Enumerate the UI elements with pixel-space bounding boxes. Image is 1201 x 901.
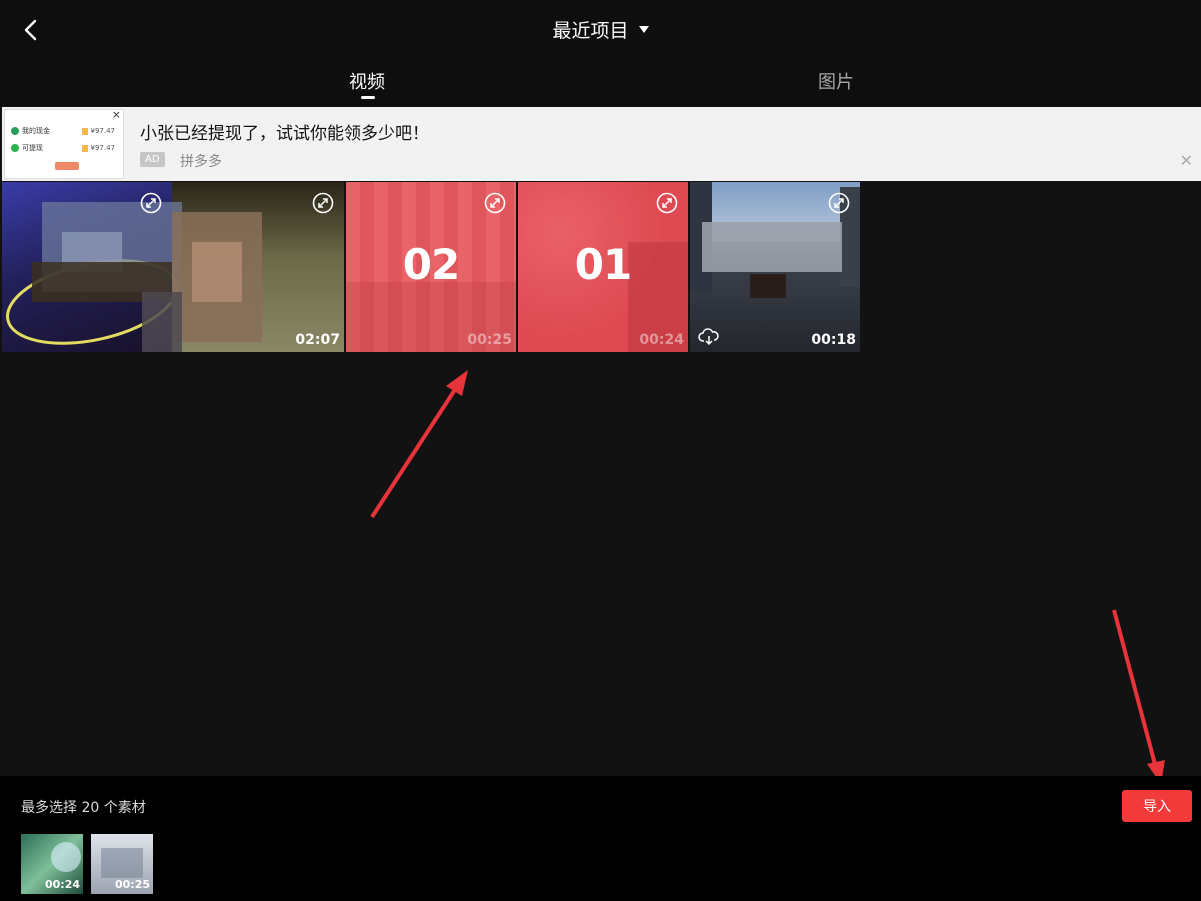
- album-selector[interactable]: 最近项目: [0, 16, 1201, 43]
- ad-close-icon[interactable]: ✕: [1180, 151, 1193, 170]
- selection-limit-text: 最多选择 20 个素材: [21, 800, 146, 816]
- tab-photo[interactable]: 图片: [818, 68, 854, 94]
- selected-item[interactable]: 00:25: [91, 834, 153, 894]
- ad-title: 小张已经提现了，试试你能领多少吧！: [140, 124, 429, 144]
- media-tile[interactable]: 02 00:25: [346, 182, 516, 352]
- tab-video[interactable]: 视频: [349, 68, 385, 94]
- selected-duration: 00:24: [44, 878, 80, 891]
- media-grid: 02:07 02 00:25 01 00:24 00:18: [2, 182, 860, 352]
- page-title: 最近项目: [552, 20, 629, 42]
- check-icon: [11, 144, 19, 152]
- tab-active-indicator: [361, 96, 375, 99]
- selected-duration: 00:25: [114, 878, 150, 891]
- annotation-arrow: [370, 383, 460, 519]
- video-duration: 00:24: [639, 332, 684, 348]
- ad-badge: AD: [140, 152, 165, 167]
- top-bar: 最近项目: [0, 0, 1201, 60]
- pixelated-region: [702, 222, 842, 272]
- title-card-number: 01: [574, 240, 632, 289]
- caret-down-icon: [638, 26, 649, 33]
- annotation-arrowhead: [446, 370, 468, 396]
- car-graphic: [750, 274, 786, 298]
- media-tile[interactable]: 00:18: [690, 182, 860, 352]
- tag-icon: [81, 144, 88, 152]
- shield-icon: [11, 127, 19, 135]
- import-button[interactable]: 导入: [1122, 790, 1192, 822]
- video-duration: 00:18: [811, 332, 856, 348]
- ad-thumb-row: 可提现 ¥97.47: [11, 143, 115, 153]
- ad-thumb-button: [55, 162, 79, 170]
- expand-icon[interactable]: [828, 192, 850, 214]
- expand-icon[interactable]: [140, 192, 162, 214]
- ad-thumbnail: × 我的现金 ¥97.47 可提现 ¥97.47: [4, 108, 124, 179]
- selection-bar: 最多选择 20 个素材 导入 00:24 00:25: [0, 776, 1201, 901]
- ad-thumb-row: 我的现金 ¥97.47: [11, 126, 115, 136]
- expand-icon[interactable]: [312, 192, 334, 214]
- media-tile[interactable]: 01 00:24: [518, 182, 688, 352]
- video-duration: 00:25: [467, 332, 512, 348]
- media-tabs: 视频 图片: [0, 60, 1201, 106]
- ad-banner[interactable]: × 我的现金 ¥97.47 可提现 ¥97.47 小张已经提现了，试试你能领多少…: [2, 107, 1201, 181]
- video-duration: 02:07: [295, 332, 340, 348]
- ad-source: 拼多多: [180, 154, 222, 170]
- selected-item[interactable]: 00:24: [21, 834, 83, 894]
- expand-icon[interactable]: [484, 192, 506, 214]
- tag-icon: [81, 127, 88, 135]
- expand-icon[interactable]: [656, 192, 678, 214]
- media-tile[interactable]: 02:07: [2, 182, 344, 352]
- annotation-arrow: [1112, 609, 1158, 769]
- cloud-download-icon[interactable]: [698, 328, 720, 346]
- title-card-number: 02: [402, 240, 460, 289]
- ad-thumb-close-icon: ×: [111, 108, 121, 121]
